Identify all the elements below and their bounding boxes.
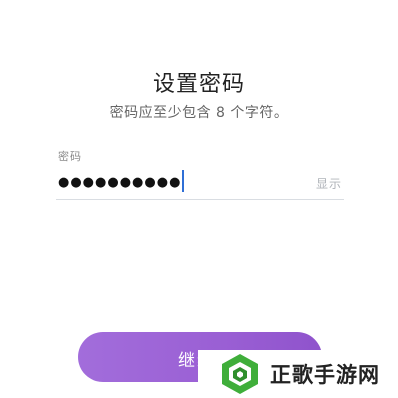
set-password-screen: 设置密码 密码应至少包含 8 个字符。 密码 ●●●●●●●●●● 显示 继续 … xyxy=(0,0,398,398)
password-label: 密码 xyxy=(58,150,82,163)
page-title: 设置密码 xyxy=(152,72,245,97)
text-caret xyxy=(182,169,185,192)
show-password-toggle[interactable]: 显示 xyxy=(316,175,342,192)
watermark-text: 正歌手游网 xyxy=(270,363,380,387)
watermark-logo-icon xyxy=(222,354,258,394)
site-watermark: 正歌手游网 xyxy=(198,350,398,398)
password-masked-value: ●●●●●●●●●● xyxy=(58,166,185,200)
password-field: 密码 ●●●●●●●●●● 显示 xyxy=(56,148,344,206)
password-input[interactable]: ●●●●●●●●●● 显示 xyxy=(56,166,344,200)
password-requirement-hint: 密码应至少包含 8 个字符。 xyxy=(109,105,289,121)
